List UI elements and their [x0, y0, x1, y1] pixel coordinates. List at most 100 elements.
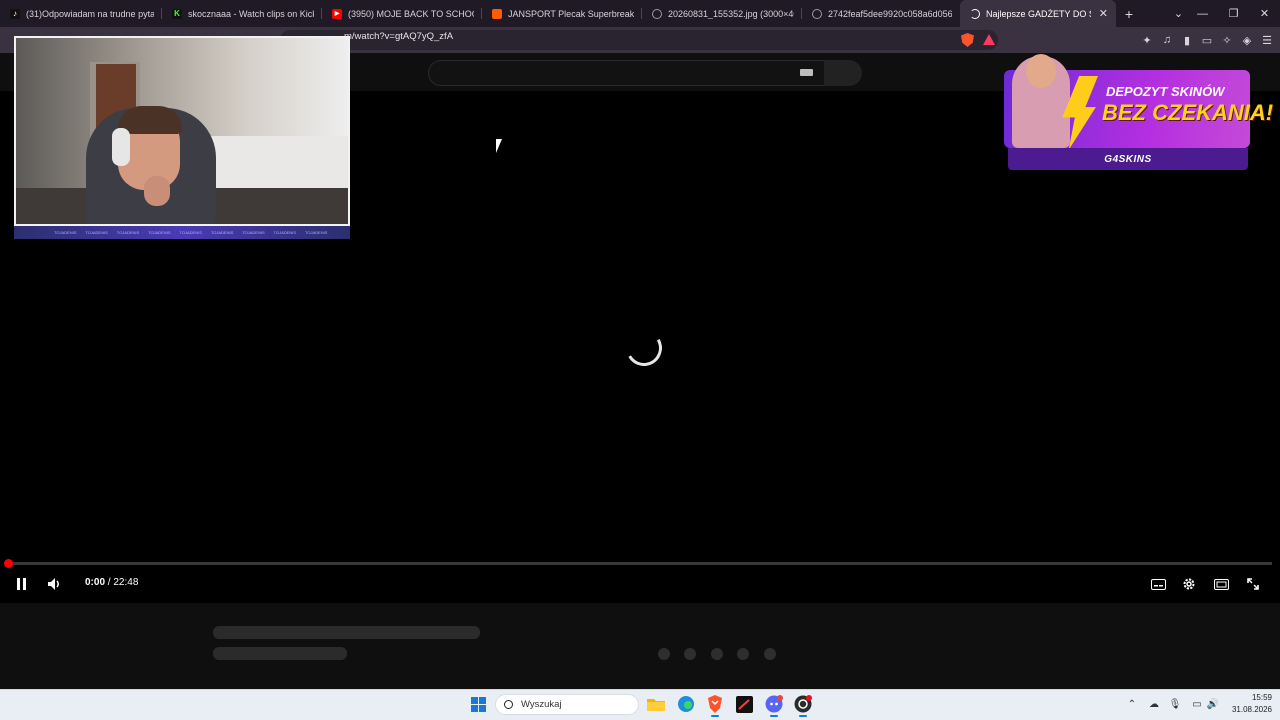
taskbar-clock[interactable]: 15:59 31.08.2026	[1224, 692, 1272, 716]
edge-button[interactable]	[675, 693, 697, 715]
discord-button[interactable]	[763, 693, 785, 715]
strip-label: TOJADENIS	[116, 230, 140, 235]
clock-time: 15:59	[1251, 693, 1272, 702]
taskbar-search[interactable]: Wyszukaj	[495, 694, 639, 715]
time-separator: /	[107, 577, 111, 588]
strip-label: TOJADENIS	[305, 230, 328, 235]
start-button[interactable]	[467, 693, 489, 715]
active-app-indicator	[799, 715, 807, 717]
title-skeleton	[213, 626, 480, 639]
volume-button[interactable]	[47, 575, 63, 593]
discord-icon	[765, 695, 783, 713]
loading-dot	[737, 648, 749, 660]
tab-youtube-back-to-school[interactable]: ▶ (3950) MOJE BACK TO SCHOOL (tak	[322, 0, 482, 27]
subtitles-button[interactable]	[1150, 575, 1166, 593]
strip-label: TOJADENIS	[54, 230, 77, 235]
loading-dot	[658, 648, 670, 660]
menu-icon[interactable]: ☰	[1259, 32, 1275, 48]
folder-icon	[647, 699, 665, 711]
minimize-button[interactable]: —	[1187, 0, 1218, 27]
tab-label: Najlepsze GADŻETY DO SZKO	[986, 8, 1091, 19]
tab-image-jpg[interactable]: 20260831_155352.jpg (3000×4000)	[642, 0, 802, 27]
file-explorer-button[interactable]	[645, 693, 667, 715]
streamer-hand	[144, 176, 170, 206]
wallet-icon[interactable]: ▭	[1199, 32, 1215, 48]
app-button[interactable]	[733, 693, 755, 715]
webcam-name-strip: TOJADENIS TOJADENIS TOJADENIS TOJADENIS …	[14, 226, 350, 239]
brave-button[interactable]	[704, 693, 726, 715]
progress-bar[interactable]	[8, 562, 1272, 565]
search-button[interactable]	[824, 60, 862, 86]
fullscreen-button[interactable]	[1245, 575, 1261, 593]
loading-dot	[764, 648, 776, 660]
obs-button[interactable]	[792, 693, 814, 715]
youtube-icon: ▶	[332, 8, 342, 19]
sidebar-icon[interactable]: ▮	[1179, 32, 1195, 48]
loading-dot	[684, 648, 696, 660]
strip-label: TOJADENIS	[273, 230, 296, 235]
tiktok-icon: ♪	[10, 8, 20, 19]
theater-icon	[1213, 578, 1229, 590]
speaker-icon[interactable]: 🔊	[1206, 697, 1220, 711]
loading-icon	[970, 8, 980, 19]
gear-icon	[1183, 578, 1195, 590]
scrubber-handle[interactable]	[4, 559, 13, 568]
active-app-indicator	[770, 715, 778, 717]
taskbar-search-placeholder: Wyszukaj	[521, 699, 562, 710]
microphone-icon[interactable]: 🎙	[1168, 697, 1182, 711]
tab-label: JANSPORT Plecak Superbreak Plus,	[508, 8, 634, 19]
loading-dot	[711, 648, 723, 660]
volume-icon	[48, 578, 59, 590]
settings-button[interactable]	[1181, 575, 1197, 593]
ad-subheadline: BEZ CZEKANIA!	[1102, 100, 1274, 125]
duration: 22:48	[113, 577, 139, 588]
windows-logo-icon	[470, 696, 486, 712]
tray-overflow-chevron-icon[interactable]: ⌃	[1125, 697, 1139, 711]
onedrive-offline-icon[interactable]: ☁	[1147, 697, 1161, 711]
tab-label: 20260831_155352.jpg (3000×4000)	[668, 8, 794, 19]
browser-tab-strip: ♪ (31)Odpowiadam na trudne pytania K sko…	[0, 0, 1280, 27]
video-details-area	[0, 603, 1280, 689]
obs-icon	[794, 695, 812, 713]
url-text[interactable]: m/watch?v=gtAQ7yQ_zfA	[344, 31, 453, 42]
active-app-indicator	[711, 715, 719, 717]
theater-mode-button[interactable]	[1213, 575, 1229, 593]
screen: ♪ (31)Odpowiadam na trudne pytania K sko…	[0, 0, 1280, 720]
tab-label: skocznaaa - Watch clips on Kick	[188, 8, 314, 19]
leo-ai-icon[interactable]: ✧	[1219, 32, 1235, 48]
maximize-button[interactable]: ❐	[1218, 0, 1249, 27]
network-icon[interactable]: ▭	[1190, 697, 1204, 711]
new-tab-button[interactable]: +	[1116, 6, 1142, 22]
tab-tiktok[interactable]: ♪ (31)Odpowiadam na trudne pytania	[0, 0, 162, 27]
tab-hash-image[interactable]: 2742feaf5dee9920c058a6d056f797	[802, 0, 960, 27]
globe-icon	[652, 8, 662, 19]
windows-taskbar	[0, 689, 1280, 720]
tab-label: 2742feaf5dee9920c058a6d056f797	[828, 8, 952, 19]
search-input[interactable]	[428, 60, 824, 86]
tab-active-gadzety[interactable]: Najlepsze GADŻETY DO SZKO ✕	[960, 0, 1116, 27]
tab-label: (31)Odpowiadam na trudne pytania	[26, 8, 154, 19]
strip-label: TOJADENIS	[148, 230, 171, 235]
subtitles-icon	[1150, 578, 1166, 590]
clock-date: 31.08.2026	[1231, 705, 1272, 714]
subtitle-skeleton	[213, 647, 347, 660]
strip-label: TOJADENIS	[242, 230, 265, 235]
music-icon[interactable]: ♫	[1159, 32, 1175, 48]
g4skins-ad[interactable]: DEPOZYT SKINÓW BEZ CZEKANIA! G4SKINS	[996, 54, 1273, 180]
strip-label: TOJADENIS	[179, 230, 202, 235]
vpn-icon[interactable]: ◈	[1239, 32, 1255, 48]
keyboard-icon[interactable]	[800, 69, 813, 76]
ad-brand: G4SKINS	[1008, 148, 1248, 170]
webcam-overlay: TOJADENIS TOJADENIS TOJADENIS TOJADENIS …	[14, 36, 350, 239]
current-time: 0:00	[85, 577, 106, 588]
tab-kick[interactable]: K skocznaaa - Watch clips on Kick	[162, 0, 322, 27]
tab-jansport[interactable]: JANSPORT Plecak Superbreak Plus,	[482, 0, 642, 27]
pause-button[interactable]	[15, 575, 27, 593]
brave-icon	[708, 695, 722, 713]
close-tab-icon[interactable]: ✕	[1099, 7, 1108, 20]
close-window-button[interactable]: ✕	[1249, 0, 1280, 27]
mouse-cursor-icon	[496, 139, 508, 153]
strip-label: TOJADENIS	[85, 230, 108, 235]
fullscreen-icon	[1247, 578, 1259, 590]
extensions-icon[interactable]: ✦	[1139, 32, 1155, 48]
